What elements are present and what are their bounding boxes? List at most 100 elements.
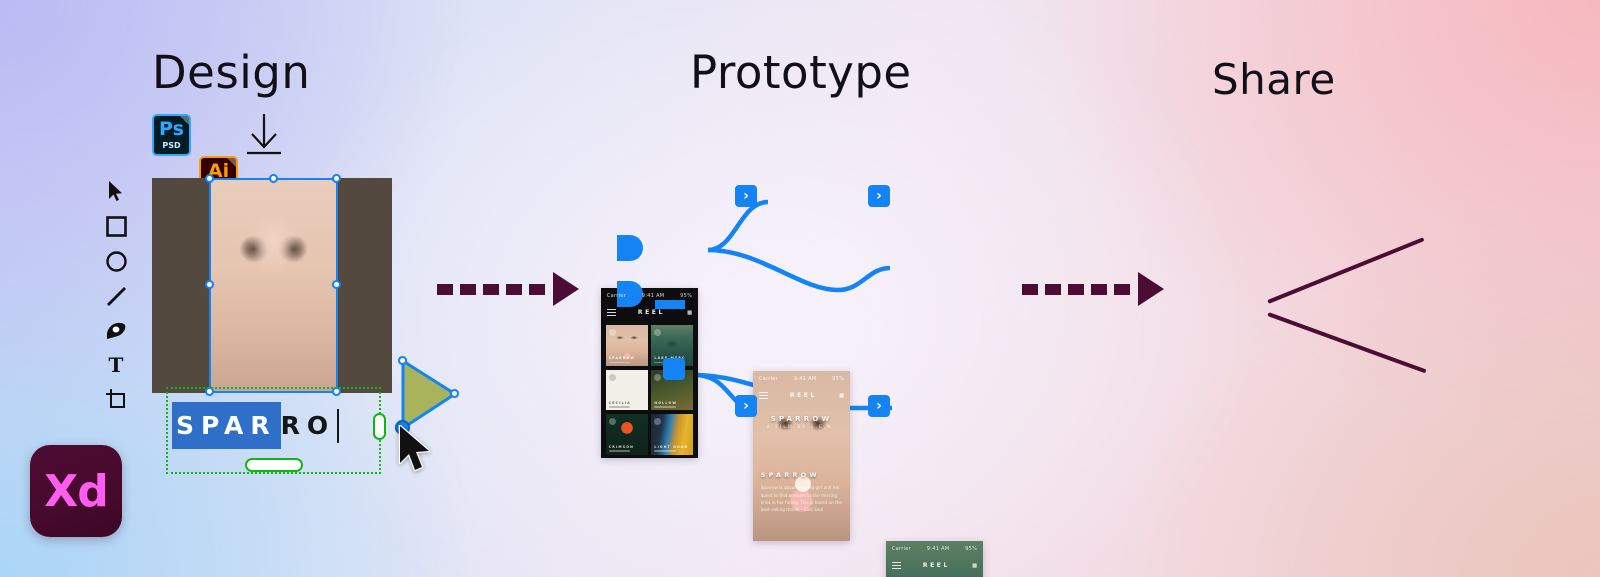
artboard-resize-pill-right[interactable] <box>373 413 386 440</box>
arrow-dash <box>1091 283 1107 295</box>
selection-handle-tr[interactable] <box>332 174 341 183</box>
share-link-to-recipient-2 <box>1267 312 1427 374</box>
status-bar: Carrier 9:41 AM 95% <box>753 371 850 386</box>
mouse-cursor-icon <box>398 424 432 477</box>
artboard-sparrow[interactable]: Carrier 9:41 AM 95% REEL ■ SPARROW A FIL… <box>753 371 850 541</box>
arrow-head <box>553 272 579 306</box>
caption-body: Sparrow is about a young girl and her qu… <box>760 485 843 513</box>
status-carrier: Carrier <box>758 375 779 382</box>
arrow-dash <box>460 283 476 295</box>
flow-arrow-prototype-to-share <box>1022 272 1164 306</box>
wire-source-handle-4[interactable] <box>663 358 685 380</box>
arrow-dash <box>483 283 499 295</box>
adobe-xd-app-icon[interactable]: Xd <box>30 445 122 537</box>
artboard-tool[interactable] <box>103 386 129 412</box>
section-title-prototype: Prototype <box>690 46 912 99</box>
status-time: 9:41 AM <box>641 292 665 299</box>
wire-arrowhead-to-sparrow[interactable]: › <box>735 185 757 207</box>
tile-badge-icon <box>654 373 662 381</box>
rectangle-tool[interactable] <box>103 213 129 239</box>
status-carrier: Carrier <box>891 545 912 552</box>
pen-tool[interactable] <box>103 317 129 343</box>
badge-fold-corner <box>179 116 189 126</box>
ellipse-tool[interactable] <box>103 248 129 274</box>
text-caret <box>337 408 340 443</box>
selection-handle-tl[interactable] <box>205 174 214 183</box>
photoshop-ext-label: PSD <box>162 141 181 150</box>
tile-badge-icon <box>608 373 616 381</box>
tile-caption: LIGHT ROAD <box>654 444 689 449</box>
badge-fold-corner <box>226 158 236 168</box>
status-battery: 95% <box>680 292 693 299</box>
selection-handle-tc[interactable] <box>269 174 278 183</box>
hero-heading-block: SPARROW A FILM BY S.E.N. <box>761 415 843 430</box>
status-time: 9:41 AM <box>793 375 817 382</box>
hamburger-menu-icon[interactable] <box>606 308 616 317</box>
app-avatar-icon[interactable]: ■ <box>972 563 977 569</box>
arrow-dash <box>437 283 453 295</box>
status-battery: 95% <box>965 545 978 552</box>
tile-badge-icon <box>608 417 616 425</box>
status-time: 9:41 AM <box>926 545 950 552</box>
text-layer-sparrow[interactable]: SPAR RO <box>172 402 340 449</box>
tile-progress <box>608 450 631 452</box>
hero-title: SPARROW <box>770 415 833 424</box>
status-battery: 95% <box>832 375 845 382</box>
flow-arrow-design-to-prototype <box>437 272 579 306</box>
hamburger-menu-icon[interactable] <box>891 561 901 570</box>
triangle-handle-right[interactable] <box>450 389 459 398</box>
text-tool[interactable]: T <box>103 352 129 378</box>
arrow-dash <box>1022 283 1038 295</box>
selected-image-layer[interactable] <box>209 178 338 393</box>
hero-subtitle: A FILM BY S.E.N. <box>766 425 837 431</box>
artboard-resize-pill-bottom[interactable] <box>245 458 303 472</box>
triangle-handle-top[interactable] <box>398 356 407 365</box>
download-arrow-icon <box>243 112 285 162</box>
line-tool[interactable] <box>103 283 129 309</box>
arrow-dash <box>529 283 545 295</box>
selection-handle-ml[interactable] <box>205 280 214 289</box>
tile-progress <box>654 405 677 408</box>
tile-caption: SPARROW <box>608 356 636 361</box>
app-avatar-icon[interactable]: ■ <box>839 393 844 399</box>
artboard-lake-merc[interactable]: Carrier 9:41 AM 95% REEL ■ LAKE MERC LAK… <box>886 541 983 577</box>
tile-caption: CECILIA <box>608 400 631 405</box>
arrow-dash <box>1068 283 1084 295</box>
portrait-image <box>209 178 338 393</box>
app-brand-label: REEL <box>789 392 817 400</box>
app-brand-label: REEL <box>637 309 665 317</box>
illustration-canvas: Design Prototype Share Ps PSD Ai AI <box>0 0 1600 577</box>
section-title-share: Share <box>1212 55 1336 104</box>
section-title-design: Design <box>152 46 311 99</box>
select-tool[interactable] <box>103 178 129 204</box>
text-selection: SPAR <box>172 402 281 449</box>
tile-caption: HOLLOW <box>654 400 678 405</box>
tile-caption: CRIMSON <box>608 444 634 449</box>
arrow-dash <box>506 283 522 295</box>
arrow-dash <box>1114 283 1130 295</box>
app-avatar-icon[interactable]: ■ <box>687 310 692 316</box>
share-link-to-recipient-1 <box>1267 237 1425 304</box>
hamburger-menu-icon[interactable] <box>758 391 768 400</box>
arrow-dash <box>1045 283 1061 295</box>
app-brand-label: REEL <box>922 562 950 570</box>
app-bar: REEL ■ <box>886 556 983 575</box>
app-bar: REEL ■ <box>601 303 698 322</box>
canvas-right-panel <box>337 178 392 393</box>
status-bar: Carrier 9:41 AM 95% <box>886 541 983 556</box>
wire-source-handle-1[interactable] <box>617 235 643 261</box>
status-carrier: Carrier <box>606 292 627 299</box>
wire-arrowhead-to-lake-merc[interactable]: › <box>868 185 890 207</box>
svg-text:T: T <box>109 355 124 376</box>
home-tile[interactable]: SPARROW <box>605 325 648 367</box>
home-tile[interactable]: CECILIA <box>605 369 648 411</box>
app-bar: REEL ■ <box>753 386 850 405</box>
home-tile[interactable]: LIGHT ROAD <box>651 413 694 455</box>
tile-progress <box>608 405 631 408</box>
photoshop-file-badge[interactable]: Ps PSD <box>152 114 191 156</box>
canvas-left-panel <box>152 178 210 393</box>
arrow-head <box>1138 272 1164 306</box>
selection-handle-mr[interactable] <box>332 280 341 289</box>
home-tile[interactable]: CRIMSON <box>605 413 648 455</box>
wire-arrowhead-to-rogue[interactable]: › <box>868 395 890 417</box>
